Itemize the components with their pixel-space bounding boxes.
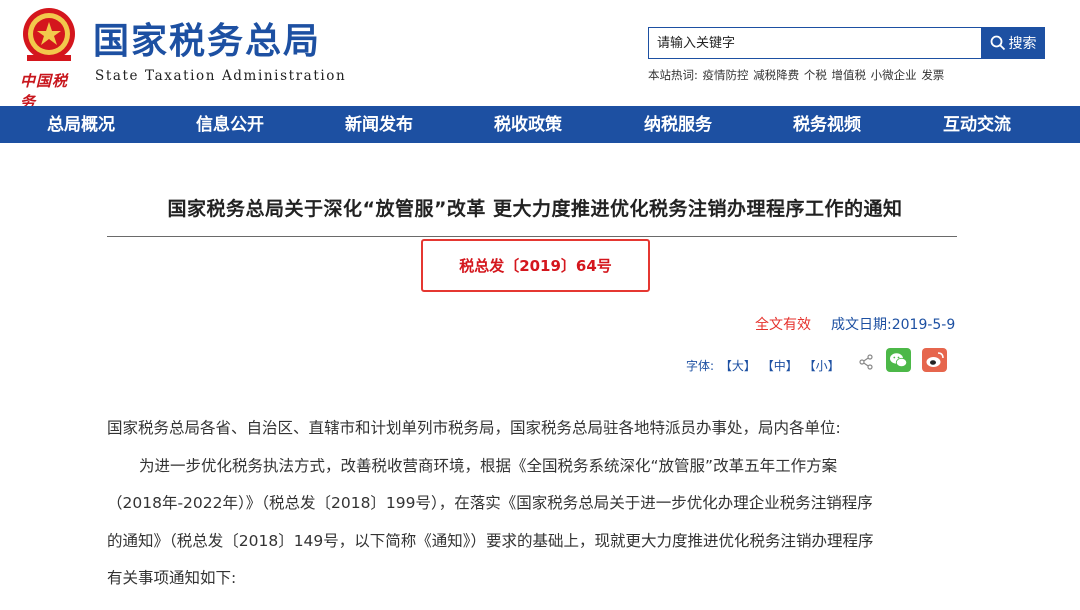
body-paragraph: 为进一步优化税务执法方式，改善税收营商环境，根据《全国税务系统深化“放管服”改革… — [139, 457, 838, 475]
article-title: 国家税务总局关于深化“放管服”改革 更大力度推进优化税务注销办理程序工作的通知 — [167, 198, 903, 220]
hot-words: 本站热词: 疫情防控 减税降费 个税 增值税 小微企业 发票 — [648, 67, 945, 83]
body-paragraph: 有关事项通知如下: — [107, 569, 237, 587]
emblem-icon[interactable] — [14, 6, 84, 66]
hot-word[interactable]: 个税 — [804, 68, 827, 82]
body-paragraph: （2018年-2022年）》（税总发〔2018〕199号），在落实《国家税务总局… — [107, 494, 873, 512]
hot-word[interactable]: 减税降费 — [753, 68, 799, 82]
nav-item-service[interactable]: 纳税服务 — [618, 106, 738, 143]
search-button-label: 搜索 — [1008, 36, 1037, 52]
document-date: 成文日期:2019-5-9 — [831, 317, 956, 333]
site-subtitle: State Taxation Administration — [95, 68, 347, 84]
validity-status: 全文有效 — [755, 317, 811, 333]
font-size-medium[interactable]: 【中】 — [762, 359, 798, 373]
font-size-controls: 字体: 【大】 【中】 【小】 — [686, 357, 840, 374]
nav-item-policy[interactable]: 税收政策 — [468, 106, 588, 143]
search-button[interactable]: 搜索 — [981, 27, 1045, 59]
font-size-large[interactable]: 【大】 — [720, 359, 756, 373]
main-nav: 总局概况 信息公开 新闻发布 税收政策 纳税服务 税务视频 互动交流 — [0, 106, 1080, 143]
hot-word[interactable]: 小微企业 — [871, 68, 917, 82]
nav-item-overview[interactable]: 总局概况 — [21, 106, 141, 143]
weibo-icon[interactable] — [922, 348, 947, 372]
site-header: 中国税务 国家税务总局 State Taxation Administratio… — [0, 0, 1080, 111]
search-box — [648, 27, 982, 59]
nav-item-news[interactable]: 新闻发布 — [319, 106, 439, 143]
emblem-caption: 中国税务 — [20, 72, 69, 111]
hot-words-label: 本站热词: — [648, 68, 698, 82]
hot-word[interactable]: 发票 — [921, 68, 944, 82]
share-icon[interactable] — [858, 354, 874, 370]
site-title[interactable]: 国家税务总局 — [93, 20, 321, 64]
search-input[interactable] — [649, 28, 981, 58]
nav-item-info[interactable]: 信息公开 — [170, 106, 290, 143]
search-icon — [990, 35, 1005, 51]
salutation-paragraph: 国家税务总局各省、自治区、直辖市和计划单列市税务局，国家税务总局驻各地特派员办事… — [107, 419, 841, 437]
hot-word[interactable]: 疫情防控 — [703, 68, 749, 82]
title-divider — [107, 236, 957, 237]
nav-item-interact[interactable]: 互动交流 — [917, 106, 1037, 143]
font-size-small[interactable]: 【小】 — [804, 359, 840, 373]
wechat-icon[interactable] — [886, 348, 911, 372]
doc-number: 税总发〔2019〕64号 — [459, 257, 612, 275]
hot-word[interactable]: 增值税 — [832, 68, 867, 82]
body-paragraph: 的通知》（税总发〔2018〕149号，以下简称《通知》）要求的基础上，现就更大力… — [107, 532, 874, 550]
font-size-label: 字体: — [686, 359, 715, 373]
nav-item-video[interactable]: 税务视频 — [767, 106, 887, 143]
